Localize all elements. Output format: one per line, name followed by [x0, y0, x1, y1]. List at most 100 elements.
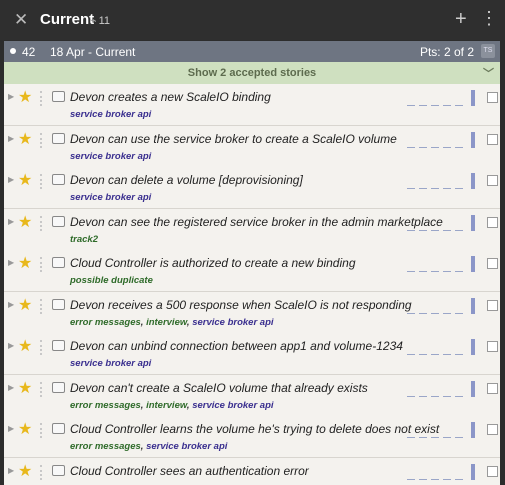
select-checkbox[interactable] — [487, 300, 498, 311]
close-icon[interactable]: ✕ — [14, 10, 28, 30]
state-buttons[interactable] — [407, 462, 479, 480]
story-labels: service broker api — [70, 109, 151, 120]
star-icon[interactable]: ★ — [18, 129, 32, 149]
story-row[interactable]: ▶ ★ Devon can unbind connection between ap… — [4, 333, 500, 375]
state-buttons[interactable] — [407, 171, 479, 189]
star-icon[interactable]: ★ — [18, 378, 32, 398]
expand-arrow-icon[interactable]: ▶ — [8, 424, 14, 433]
estimate-icon[interactable] — [40, 382, 48, 397]
select-checkbox[interactable] — [487, 134, 498, 145]
story-name: Cloud Controller sees an authentication … — [70, 464, 309, 478]
state-bar-icon — [471, 90, 475, 106]
state-step-icon — [431, 437, 439, 438]
story-row[interactable]: ▶ ★ Cloud Controller sees an authenticatio… — [4, 458, 500, 485]
state-buttons[interactable] — [407, 379, 479, 397]
story-label[interactable]: error messages — [70, 317, 141, 328]
star-icon[interactable]: ★ — [18, 253, 32, 273]
story-row[interactable]: ▶ ★ Devon can't create a ScaleIO volume th… — [4, 375, 500, 417]
estimate-icon[interactable] — [40, 257, 48, 272]
select-checkbox[interactable] — [487, 466, 498, 477]
star-icon[interactable]: ★ — [18, 336, 32, 356]
star-icon[interactable]: ★ — [18, 295, 32, 315]
state-buttons[interactable] — [407, 296, 479, 314]
star-icon[interactable]: ★ — [18, 170, 32, 190]
more-menu-icon[interactable]: ⋮ — [480, 8, 498, 29]
story-label[interactable]: service broker api — [70, 151, 151, 162]
team-strength-button[interactable]: TS — [481, 44, 495, 58]
star-icon[interactable]: ★ — [18, 212, 32, 232]
estimate-icon[interactable] — [40, 299, 48, 314]
comment-icon — [52, 133, 65, 144]
story-label[interactable]: track2 — [70, 234, 98, 245]
state-bar-icon — [471, 339, 475, 355]
select-checkbox[interactable] — [487, 175, 498, 186]
estimate-icon[interactable] — [40, 465, 48, 480]
story-row[interactable]: ▶ ★ Devon receives a 500 response when Sca… — [4, 292, 500, 334]
select-checkbox[interactable] — [487, 217, 498, 228]
show-accepted-label: Show 2 accepted stories — [187, 67, 317, 79]
story-row[interactable]: ▶ ★ Cloud Controller is authorized to crea… — [4, 250, 500, 292]
story-label[interactable]: possible duplicate — [70, 275, 153, 286]
select-checkbox[interactable] — [487, 341, 498, 352]
story-row[interactable]: ▶ ★ Devon can see the registered service b… — [4, 209, 500, 251]
estimate-icon[interactable] — [40, 133, 48, 148]
expand-arrow-icon[interactable]: ▶ — [8, 383, 14, 392]
estimate-icon[interactable] — [40, 216, 48, 231]
state-step-icon — [419, 271, 427, 272]
state-buttons[interactable] — [407, 213, 479, 231]
story-label[interactable]: service broker api — [70, 192, 151, 203]
state-step-icon — [407, 271, 415, 272]
state-buttons[interactable] — [407, 420, 479, 438]
comment-icon — [52, 216, 65, 227]
expand-arrow-icon[interactable]: ▶ — [8, 92, 14, 101]
story-label[interactable]: error messages — [70, 441, 141, 452]
expand-arrow-icon[interactable]: ▶ — [8, 258, 14, 267]
story-label[interactable]: service broker api — [146, 441, 227, 452]
story-label[interactable]: interview — [146, 317, 187, 328]
story-row[interactable]: ▶ ★ Devon can use the service broker to cr… — [4, 126, 500, 168]
state-buttons[interactable] — [407, 337, 479, 355]
comment-icon — [52, 91, 65, 102]
star-icon[interactable]: ★ — [18, 461, 32, 481]
add-story-button[interactable]: + — [455, 8, 467, 31]
expand-arrow-icon[interactable]: ▶ — [8, 175, 14, 184]
state-step-icon — [407, 147, 415, 148]
story-label[interactable]: service broker api — [192, 317, 273, 328]
story-label[interactable]: interview — [146, 400, 187, 411]
comment-icon — [52, 299, 65, 310]
story-row[interactable]: ▶ ★ Cloud Controller learns the volume he'… — [4, 416, 500, 458]
state-buttons[interactable] — [407, 88, 479, 106]
expand-arrow-icon[interactable]: ▶ — [8, 134, 14, 143]
expand-arrow-icon[interactable]: ▶ — [8, 466, 14, 475]
current-panel: ✕ Current ⌁ 11 + ⋮ 42 18 Apr - Current Pt… — [0, 0, 505, 485]
estimate-icon[interactable] — [40, 91, 48, 106]
state-step-icon — [419, 313, 427, 314]
expand-arrow-icon[interactable]: ▶ — [8, 341, 14, 350]
story-name: Devon can't create a ScaleIO volume that… — [70, 381, 368, 395]
state-buttons[interactable] — [407, 254, 479, 272]
expand-arrow-icon[interactable]: ▶ — [8, 217, 14, 226]
show-accepted-toggle[interactable]: Show 2 accepted stories ﹀ — [4, 62, 500, 84]
story-name: Devon can unbind connection between app1… — [70, 339, 403, 353]
state-step-icon — [419, 437, 427, 438]
comment-icon — [52, 340, 65, 351]
state-step-icon — [419, 188, 427, 189]
story-label[interactable]: service broker api — [70, 358, 151, 369]
star-icon[interactable]: ★ — [18, 419, 32, 439]
story-row[interactable]: ▶ ★ Devon creates a new ScaleIO binding ser… — [4, 84, 500, 126]
estimate-icon[interactable] — [40, 174, 48, 189]
estimate-icon[interactable] — [40, 423, 48, 438]
estimate-icon[interactable] — [40, 340, 48, 355]
select-checkbox[interactable] — [487, 424, 498, 435]
story-row[interactable]: ▶ ★ Devon can delete a volume [deprovision… — [4, 167, 500, 209]
state-buttons[interactable] — [407, 130, 479, 148]
select-checkbox[interactable] — [487, 383, 498, 394]
story-label[interactable]: service broker api — [70, 109, 151, 120]
select-checkbox[interactable] — [487, 258, 498, 269]
story-label[interactable]: service broker api — [192, 400, 273, 411]
star-icon[interactable]: ★ — [18, 87, 32, 107]
state-step-icon — [407, 105, 415, 106]
story-label[interactable]: error messages — [70, 400, 141, 411]
select-checkbox[interactable] — [487, 92, 498, 103]
expand-arrow-icon[interactable]: ▶ — [8, 300, 14, 309]
